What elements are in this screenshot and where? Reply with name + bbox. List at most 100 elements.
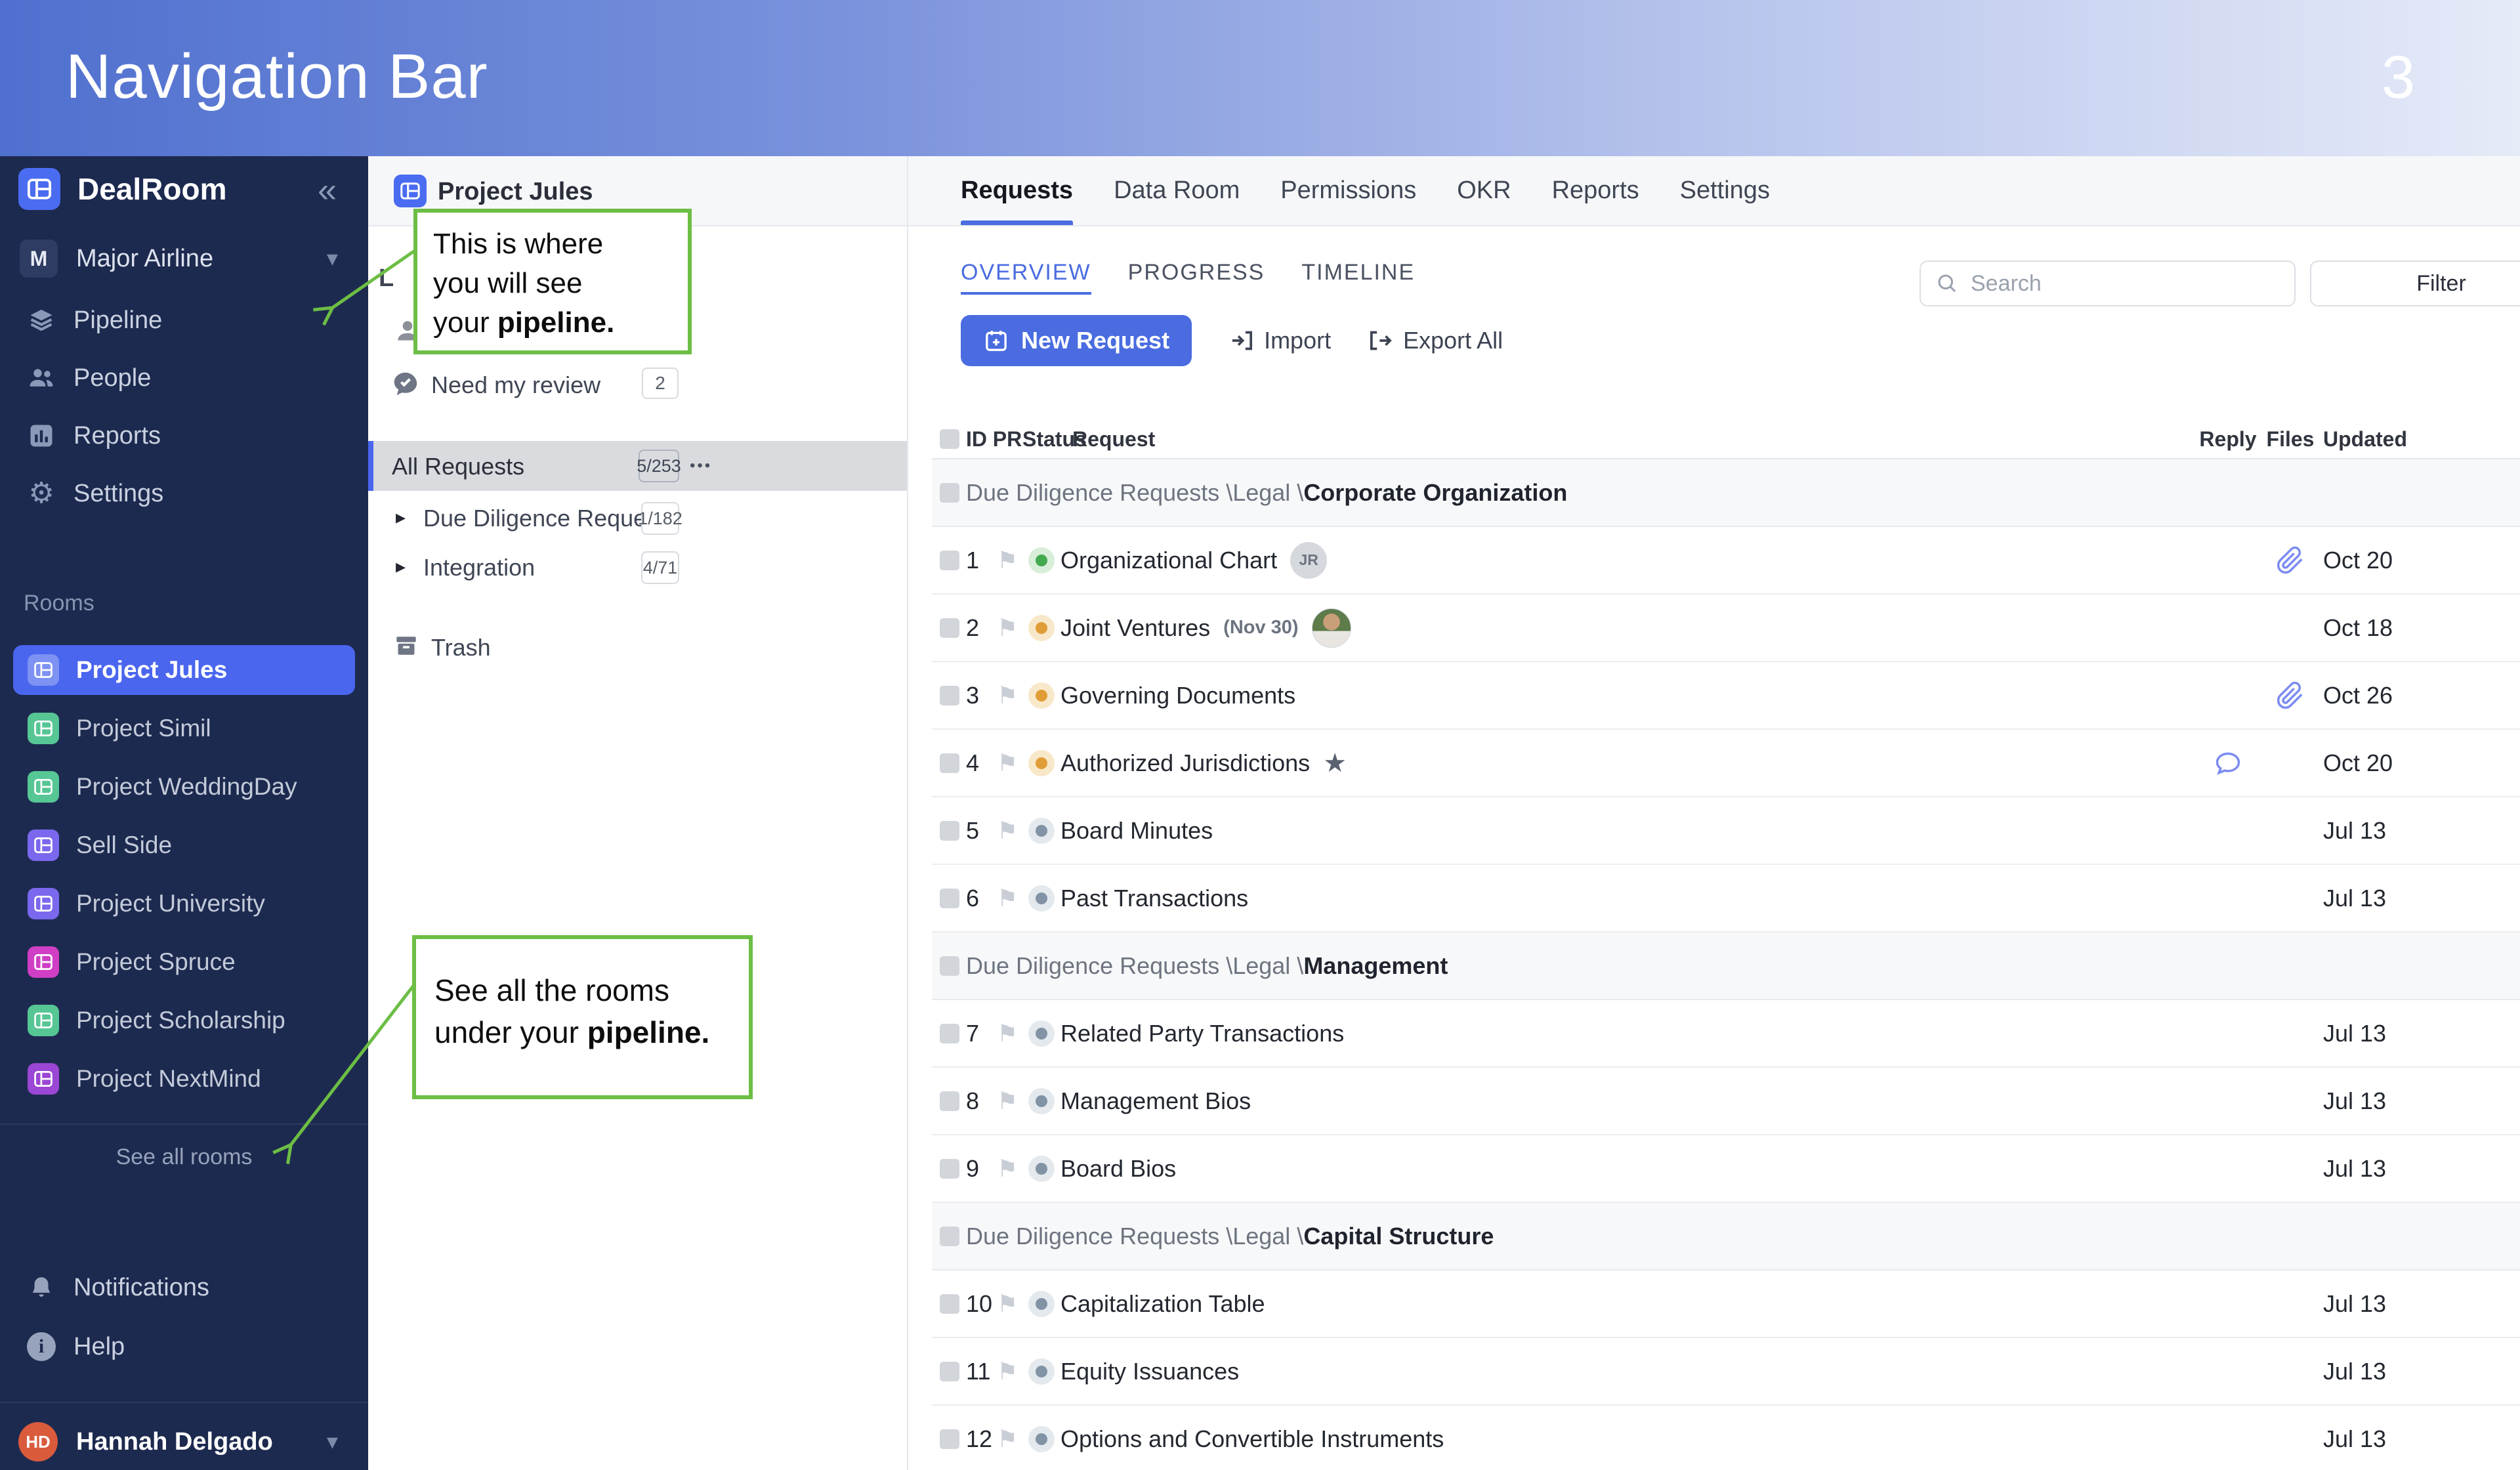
tab-requests[interactable]: Requests xyxy=(961,156,1074,225)
request-title[interactable]: Management Bios xyxy=(1060,1087,1251,1115)
row-checkbox[interactable] xyxy=(940,753,959,773)
sidebar-room-project-jules[interactable]: Project Jules xyxy=(13,645,355,695)
request-title[interactable]: Equity Issuances xyxy=(1060,1358,1239,1385)
status-indicator[interactable] xyxy=(1028,749,1055,776)
table-row[interactable]: 1 ⚑ Organizational Chart JR Oct 20 xyxy=(932,527,2520,595)
subtab-overview[interactable]: OVERVIEW xyxy=(961,260,1091,295)
expand-triangle-icon[interactable]: ▸ xyxy=(396,555,406,578)
row-checkbox[interactable] xyxy=(940,1091,959,1111)
sidebar-item-reports[interactable]: Reports xyxy=(0,410,368,462)
import-button[interactable]: Import xyxy=(1228,327,1331,354)
table-row[interactable]: 5 ⚑ Board Minutes Jul 13 xyxy=(932,797,2520,865)
flag-icon[interactable]: ⚑ xyxy=(992,1425,1022,1453)
status-indicator[interactable] xyxy=(1028,1290,1055,1317)
table-row[interactable]: 9 ⚑ Board Bios Jul 13 xyxy=(932,1135,2520,1203)
request-title[interactable]: Options and Convertible Instruments xyxy=(1060,1425,1444,1453)
flag-icon[interactable]: ⚑ xyxy=(992,749,1022,777)
request-title[interactable]: Authorized Jurisdictions xyxy=(1060,749,1310,777)
user-menu[interactable]: HD Hannah Delgado ▾ xyxy=(0,1414,368,1470)
flag-icon[interactable]: ⚑ xyxy=(992,614,1022,642)
status-indicator[interactable] xyxy=(1028,682,1055,709)
more-options-icon[interactable]: ••• xyxy=(690,457,712,475)
table-row[interactable]: 3 ⚑ Governing Documents Oct 26 xyxy=(932,662,2520,730)
row-checkbox[interactable] xyxy=(940,482,959,503)
sidebar-item-notifications[interactable]: Notifications xyxy=(0,1261,368,1314)
row-checkbox[interactable] xyxy=(940,1429,959,1449)
tab-okr[interactable]: OKR xyxy=(1457,156,1511,225)
sidebar-room-project-nextmind[interactable]: Project NextMind xyxy=(13,1054,355,1104)
tab-data-room[interactable]: Data Room xyxy=(1114,156,1240,225)
subtab-progress[interactable]: PROGRESS xyxy=(1128,260,1265,295)
table-row[interactable]: 12 ⚑ Options and Convertible Instruments Ju… xyxy=(932,1406,2520,1470)
export-all-button[interactable]: Export All xyxy=(1368,327,1503,354)
tab-reports[interactable]: Reports xyxy=(1552,156,1639,225)
request-title[interactable]: Past Transactions xyxy=(1060,885,1248,912)
table-row[interactable]: 10 ⚑ Capitalization Table Jul 13 xyxy=(932,1270,2520,1338)
new-request-button[interactable]: New Request xyxy=(961,315,1192,366)
tab-permissions[interactable]: Permissions xyxy=(1280,156,1416,225)
status-indicator[interactable] xyxy=(1028,614,1055,641)
request-title[interactable]: Joint Ventures xyxy=(1060,614,1210,642)
expand-triangle-icon[interactable]: ▸ xyxy=(396,506,406,529)
sidebar-room-sell-side[interactable]: Sell Side xyxy=(13,820,355,870)
request-title[interactable]: Organizational Chart xyxy=(1060,547,1277,574)
row-checkbox[interactable] xyxy=(940,1361,959,1381)
table-row[interactable]: 2 ⚑ Joint Ventures (Nov 30) Oct 18 xyxy=(932,595,2520,662)
row-checkbox[interactable] xyxy=(940,1023,959,1043)
sidebar-room-project-university[interactable]: Project University xyxy=(13,879,355,929)
flag-icon[interactable]: ⚑ xyxy=(992,885,1022,912)
row-checkbox[interactable] xyxy=(940,956,959,976)
table-row[interactable]: 8 ⚑ Management Bios Jul 13 xyxy=(932,1068,2520,1135)
status-indicator[interactable] xyxy=(1028,1155,1055,1182)
sidebar-item-people[interactable]: People xyxy=(0,352,368,404)
status-indicator[interactable] xyxy=(1028,1425,1055,1452)
see-all-rooms-link[interactable]: See all rooms xyxy=(0,1144,368,1170)
table-row[interactable]: 11 ⚑ Equity Issuances Jul 13 xyxy=(932,1338,2520,1406)
subtab-timeline[interactable]: TIMELINE xyxy=(1301,260,1415,295)
filter-button[interactable]: Filter xyxy=(2310,261,2520,306)
table-row[interactable]: 4 ⚑ Authorized Jurisdictions ★ Oct 20 xyxy=(932,730,2520,797)
star-icon[interactable]: ★ xyxy=(1323,750,1347,776)
org-switcher[interactable]: M Major Airline ▾ xyxy=(0,234,368,284)
request-title[interactable]: Related Party Transactions xyxy=(1060,1020,1344,1047)
row-checkbox[interactable] xyxy=(940,1226,959,1246)
all-requests-item[interactable]: All Requests 5/253 ••• xyxy=(368,441,907,491)
flag-icon[interactable]: ⚑ xyxy=(992,817,1022,845)
search-box[interactable] xyxy=(1920,261,2296,306)
request-title[interactable]: Board Bios xyxy=(1060,1155,1176,1183)
status-indicator[interactable] xyxy=(1028,1020,1055,1047)
status-indicator[interactable] xyxy=(1028,885,1055,912)
table-row[interactable]: 6 ⚑ Past Transactions Jul 13 xyxy=(932,865,2520,933)
tab-settings[interactable]: Settings xyxy=(1680,156,1770,225)
need-my-review-item[interactable]: Need my review xyxy=(368,368,907,404)
table-row[interactable]: 7 ⚑ Related Party Transactions Jul 13 xyxy=(932,1000,2520,1068)
flag-icon[interactable]: ⚑ xyxy=(992,547,1022,574)
sidebar-item-help[interactable]: i Help xyxy=(0,1320,368,1373)
sidebar-room-project-simil[interactable]: Project Simil xyxy=(13,704,355,753)
flag-icon[interactable]: ⚑ xyxy=(992,682,1022,709)
collapse-sidebar-icon[interactable]: « xyxy=(318,171,337,210)
flag-icon[interactable]: ⚑ xyxy=(992,1290,1022,1318)
tree-item-integration[interactable]: ▸ Integration 4/71 xyxy=(368,550,907,587)
sidebar-item-pipeline[interactable]: Pipeline xyxy=(0,294,368,346)
trash-item[interactable]: Trash xyxy=(368,630,907,667)
sidebar-room-project-weddingday[interactable]: Project WeddingDay xyxy=(13,762,355,812)
sidebar-room-project-scholarship[interactable]: Project Scholarship xyxy=(13,996,355,1045)
request-title[interactable]: Governing Documents xyxy=(1060,682,1295,709)
request-title[interactable]: Board Minutes xyxy=(1060,817,1213,845)
flag-icon[interactable]: ⚑ xyxy=(992,1087,1022,1115)
sidebar-room-project-spruce[interactable]: Project Spruce xyxy=(13,937,355,987)
status-indicator[interactable] xyxy=(1028,1087,1055,1114)
select-all-checkbox[interactable] xyxy=(940,429,959,449)
search-input[interactable] xyxy=(1969,270,2261,297)
row-checkbox[interactable] xyxy=(940,820,959,841)
row-checkbox[interactable] xyxy=(940,1293,959,1314)
row-checkbox[interactable] xyxy=(940,888,959,908)
row-checkbox[interactable] xyxy=(940,685,959,705)
status-indicator[interactable] xyxy=(1028,817,1055,844)
flag-icon[interactable]: ⚑ xyxy=(992,1155,1022,1183)
row-checkbox[interactable] xyxy=(940,550,959,570)
status-indicator[interactable] xyxy=(1028,547,1055,574)
flag-icon[interactable]: ⚑ xyxy=(992,1358,1022,1385)
sidebar-item-settings[interactable]: ⚙ Settings xyxy=(0,467,368,520)
